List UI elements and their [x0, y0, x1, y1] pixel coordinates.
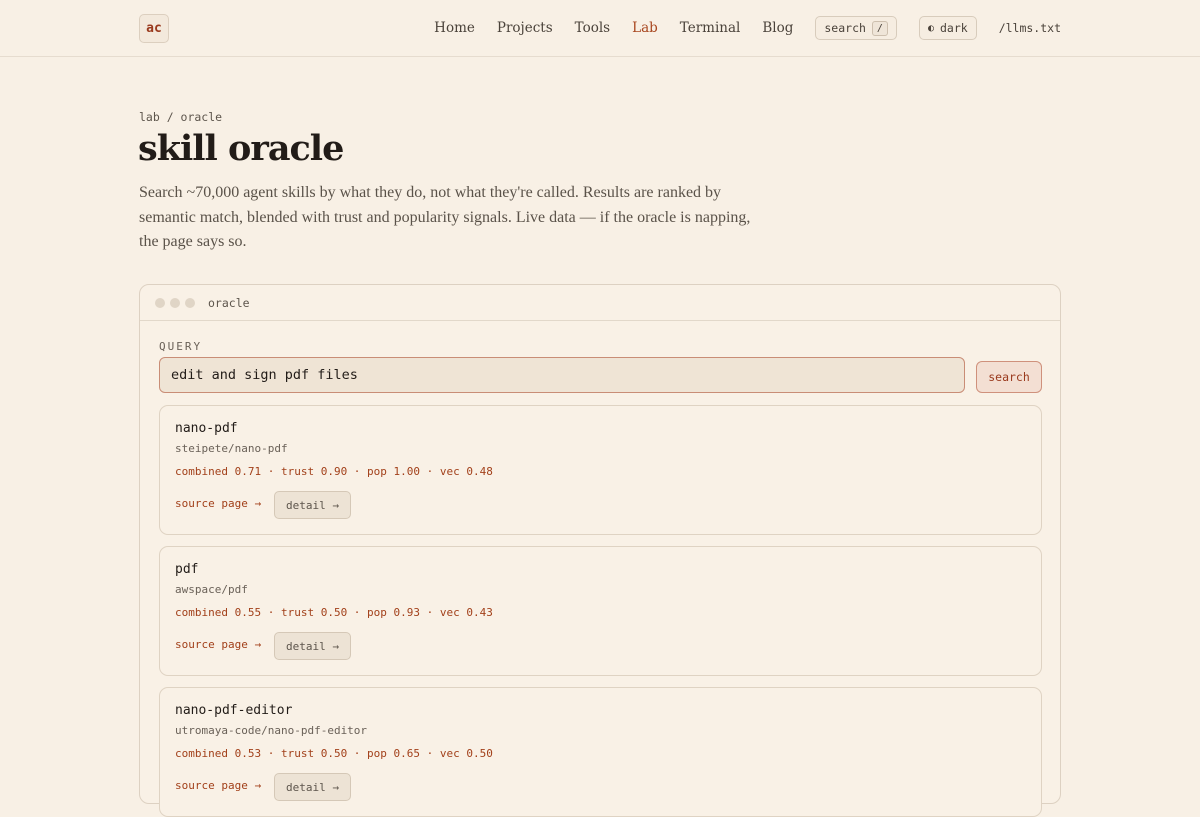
theme-toggle[interactable]: ◐ dark	[918, 16, 977, 40]
half-circle-icon: ◐	[927, 22, 934, 34]
window-dot-icon	[185, 297, 195, 308]
page-intro: Search ~70,000 agent skills by what they…	[139, 184, 751, 250]
detail-button[interactable]: detail →	[274, 491, 351, 519]
result-stats: combined 0.53 · trust 0.50 · pop 0.65 · …	[175, 747, 493, 760]
nav-tools[interactable]: Tools	[575, 20, 610, 36]
source-page-link[interactable]: source page →	[175, 497, 261, 510]
oracle-panel: oracle QUERY edit and sign pdf files sea…	[139, 284, 1061, 817]
page-title: skill oracle	[138, 128, 344, 169]
site-logo[interactable]: ac	[139, 14, 169, 43]
detail-button[interactable]: detail →	[274, 632, 351, 660]
result-stats: combined 0.71 · trust 0.90 · pop 1.00 · …	[175, 465, 493, 478]
panel-title: oracle	[208, 295, 250, 310]
llms-link[interactable]: /llms.txt	[999, 21, 1061, 35]
breadcrumb: lab / oracle	[139, 110, 223, 124]
site-header: ac Home Projects Tools Lab Terminal Blog…	[0, 0, 1200, 57]
panel-titlebar: oracle	[140, 285, 1060, 321]
result-card: pdf awspace/pdf combined 0.55 · trust 0.…	[159, 546, 1042, 676]
result-name: pdf	[175, 562, 199, 577]
nav-projects[interactable]: Projects	[497, 20, 553, 36]
nav-blog[interactable]: Blog	[762, 20, 793, 36]
window-dot-icon	[170, 297, 180, 308]
result-stats: combined 0.55 · trust 0.50 · pop 0.93 · …	[175, 606, 493, 619]
nav-home[interactable]: Home	[434, 20, 475, 36]
query-label: QUERY	[159, 340, 203, 353]
result-card: nano-pdf steipete/nano-pdf combined 0.71…	[159, 405, 1042, 535]
query-search-button[interactable]: search	[976, 361, 1042, 393]
source-page-link[interactable]: source page →	[175, 638, 261, 651]
result-path: awspace/pdf	[175, 583, 248, 596]
detail-button[interactable]: detail →	[274, 773, 351, 801]
search-shortcut-key: /	[871, 20, 888, 36]
search-button[interactable]: search /	[815, 16, 897, 40]
nav-terminal[interactable]: Terminal	[680, 20, 741, 36]
nav-lab[interactable]: Lab	[632, 20, 658, 36]
query-input[interactable]: edit and sign pdf files	[159, 357, 965, 393]
result-name: nano-pdf-editor	[175, 703, 293, 718]
result-path: steipete/nano-pdf	[175, 442, 288, 455]
theme-toggle-label: dark	[939, 21, 968, 35]
source-page-link[interactable]: source page →	[175, 779, 261, 792]
result-path: utromaya-code/nano-pdf-editor	[175, 724, 368, 737]
result-card: nano-pdf-editor utromaya-code/nano-pdf-e…	[159, 687, 1042, 817]
window-dot-icon	[155, 297, 165, 308]
main-nav: Home Projects Tools Lab Terminal Blog se…	[434, 16, 1061, 40]
result-name: nano-pdf	[175, 421, 238, 436]
search-button-label: search	[824, 21, 866, 35]
